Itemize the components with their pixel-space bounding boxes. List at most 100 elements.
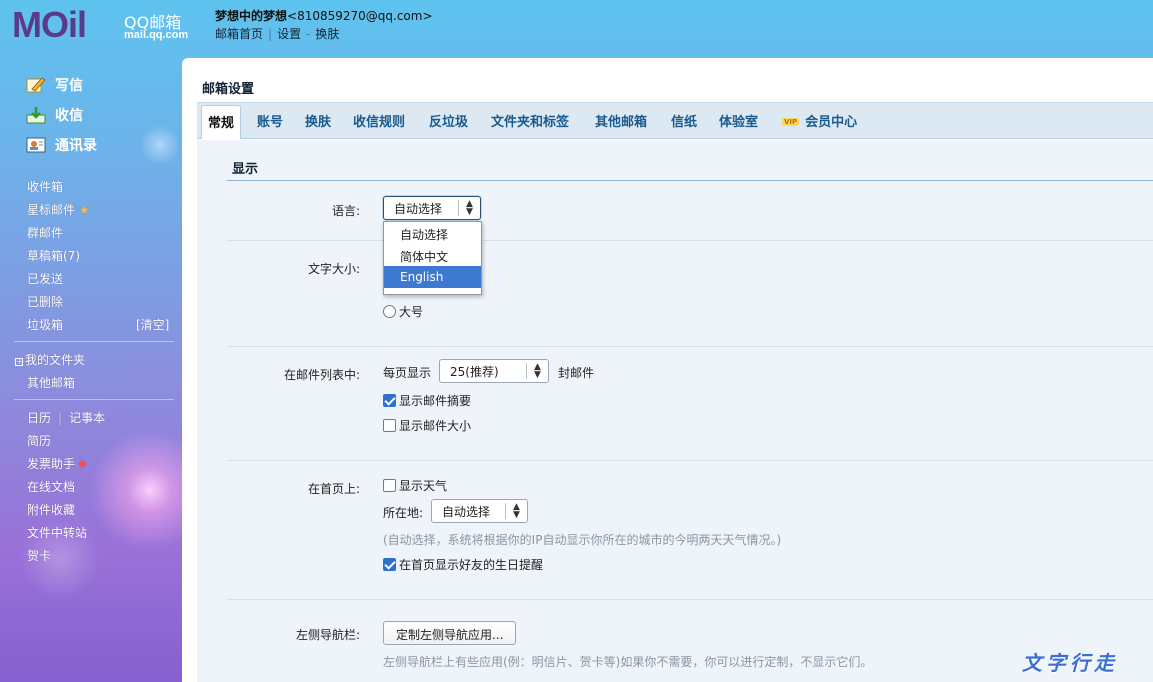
divider: [14, 399, 174, 400]
calendar-link[interactable]: 日历 | 记事本: [27, 409, 105, 426]
folder-spam[interactable]: 垃圾箱: [27, 316, 63, 333]
main-panel: 邮箱设置 常规 账号 换肤 收信规则 反垃圾 文件夹和标签 其他邮箱 信纸 体验…: [182, 58, 1153, 682]
location-label: 所在地:: [383, 506, 424, 520]
page-title: 邮箱设置: [202, 82, 255, 97]
language-option-auto[interactable]: 自动选择: [384, 222, 481, 244]
qqmail-logo[interactable]: MOil: [12, 4, 87, 46]
inbox-download-icon: [26, 106, 46, 124]
birthday-checkbox[interactable]: [383, 558, 396, 571]
watermark: 文字行走: [1022, 651, 1118, 675]
my-folders-label: 我的文件夹: [25, 353, 86, 367]
select-arrows-icon: ▲ ▼: [526, 363, 548, 380]
tab-account[interactable]: 账号: [257, 111, 283, 130]
contacts-button[interactable]: 通讯录: [26, 135, 97, 155]
greeting-card-link[interactable]: 贺卡: [27, 547, 51, 564]
folder-starred-label: 星标邮件: [27, 203, 76, 217]
folder-group[interactable]: 群邮件: [27, 224, 63, 241]
tab-other-mailbox[interactable]: 其他邮箱: [595, 111, 647, 130]
settings-tabbar: 常规 账号 换肤 收信规则 反垃圾 文件夹和标签 其他邮箱 信纸 体验室 VIP…: [197, 102, 1153, 139]
location-value: 自动选择: [442, 505, 491, 519]
divider: -: [306, 27, 311, 41]
invoice-assistant-link[interactable]: 发票助手 ●: [27, 455, 86, 472]
show-summary-label: 显示邮件摘要: [399, 394, 472, 408]
row-rule: [227, 240, 1153, 241]
location-select[interactable]: 自动选择 ▲ ▼: [431, 499, 528, 523]
per-page-prefix: 每页显示: [383, 366, 432, 380]
tab-skin[interactable]: 换肤: [305, 111, 331, 130]
online-docs-link[interactable]: 在线文档: [27, 478, 75, 495]
contacts-icon: [26, 136, 46, 154]
settings-content: 显示 语言: 自动选择 ▲ ▼ 文字大小: 大号 在邮件列表中: 每页显示 25(…: [197, 140, 1153, 682]
link-settings[interactable]: 设置: [277, 27, 301, 41]
receive-label: 收信: [55, 108, 83, 124]
tab-folders-tags[interactable]: 文件夹和标签: [491, 111, 569, 130]
show-size-checkbox[interactable]: [383, 419, 396, 432]
per-page-suffix: 封邮件: [558, 366, 595, 380]
font-size-large-radio[interactable]: [383, 305, 396, 318]
star-icon: ★: [78, 203, 90, 217]
user-name: 梦想中的梦想: [215, 9, 288, 23]
font-size-label: 文字大小:: [307, 262, 360, 276]
divider: |: [268, 27, 273, 41]
compose-label: 写信: [55, 78, 83, 94]
show-size-label: 显示邮件大小: [399, 419, 472, 433]
folder-drafts[interactable]: 草稿箱(7): [27, 247, 80, 264]
row-rule: [227, 346, 1153, 347]
other-mailbox[interactable]: 其他邮箱: [27, 374, 75, 391]
select-arrows-icon: ▲ ▼: [505, 503, 527, 520]
divider: [14, 341, 174, 342]
folder-starred[interactable]: 星标邮件 ★: [27, 201, 90, 218]
birthday-label: 在首页显示好友的生日提醒: [399, 558, 544, 572]
folder-sent[interactable]: 已发送: [27, 270, 63, 287]
row-rule: [227, 460, 1153, 461]
notes-link[interactable]: 记事本: [69, 411, 105, 425]
section-title-display: 显示: [232, 162, 259, 177]
compose-button[interactable]: 写信: [26, 75, 83, 95]
tab-stationery[interactable]: 信纸: [671, 111, 697, 130]
attachments-link[interactable]: 附件收藏: [27, 501, 75, 518]
language-option-zh[interactable]: 简体中文: [384, 244, 481, 266]
tab-antispam[interactable]: 反垃圾: [429, 111, 468, 130]
top-links: 邮箱首页 | 设置 - 换肤: [215, 25, 343, 42]
tab-vip-center[interactable]: VIP 会员中心: [782, 111, 857, 130]
user-info: 梦想中的梦想<810859270@qq.com>: [215, 7, 433, 24]
customize-nav-button[interactable]: 定制左侧导航应用...: [383, 621, 517, 645]
logo-domain-text: mail.qq.com: [124, 29, 189, 41]
tab-general[interactable]: 常规: [201, 105, 242, 139]
language-option-english[interactable]: English: [384, 266, 481, 288]
vip-icon: VIP: [782, 118, 800, 126]
sidebar: 写信 收信 通讯录 收件箱 星标邮件 ★ 群邮件 草稿箱(7) 已发送 已删除 …: [0, 58, 180, 682]
section-rule: [227, 180, 1153, 181]
per-page-select[interactable]: 25(推荐) ▲ ▼: [439, 359, 549, 383]
link-home[interactable]: 邮箱首页: [215, 27, 263, 41]
expand-plus-icon[interactable]: +: [15, 358, 23, 366]
left-nav-label: 左侧导航栏:: [295, 628, 360, 642]
tab-rules[interactable]: 收信规则: [353, 111, 405, 130]
tab-vip-label: 会员中心: [805, 115, 858, 130]
font-size-large-label: 大号: [399, 305, 424, 319]
resume-link[interactable]: 简历: [27, 432, 51, 449]
tab-lab[interactable]: 体验室: [719, 111, 758, 130]
language-dropdown: 自动选择 简体中文 English: [383, 221, 482, 295]
left-nav-hint: 左侧导航栏上有些应用(例：明信片、贺卡等)如果你不需要，你可以进行定制，不显示它…: [383, 655, 873, 669]
link-skin[interactable]: 换肤: [315, 27, 339, 41]
folder-deleted[interactable]: 已删除: [27, 293, 63, 310]
language-select[interactable]: 自动选择 ▲ ▼: [383, 196, 481, 220]
show-weather-checkbox[interactable]: [383, 479, 396, 492]
folder-inbox[interactable]: 收件箱: [27, 178, 63, 195]
header: MOil QQ邮箱 mail.qq.com 梦想中的梦想<810859270@q…: [0, 0, 1153, 58]
show-summary-checkbox[interactable]: [383, 394, 396, 407]
homepage-label: 在首页上:: [307, 482, 360, 496]
pencil-icon: [26, 76, 46, 94]
my-folders[interactable]: + 我的文件夹: [15, 351, 85, 368]
file-transfer-link[interactable]: 文件中转站: [27, 524, 87, 541]
calendar-label: 日历: [27, 411, 52, 425]
mail-list-label: 在邮件列表中:: [283, 368, 360, 382]
language-label: 语言:: [331, 204, 360, 218]
contacts-label: 通讯录: [55, 138, 97, 154]
clear-spam-link[interactable]: [清空]: [136, 316, 169, 333]
receive-button[interactable]: 收信: [26, 105, 83, 125]
select-arrows-icon: ▲ ▼: [458, 200, 480, 217]
location-hint: (自动选择，系统将根据你的IP自动显示你所在的城市的今明两天天气情况。): [383, 533, 782, 547]
user-email: <810859270@qq.com>: [287, 9, 433, 23]
